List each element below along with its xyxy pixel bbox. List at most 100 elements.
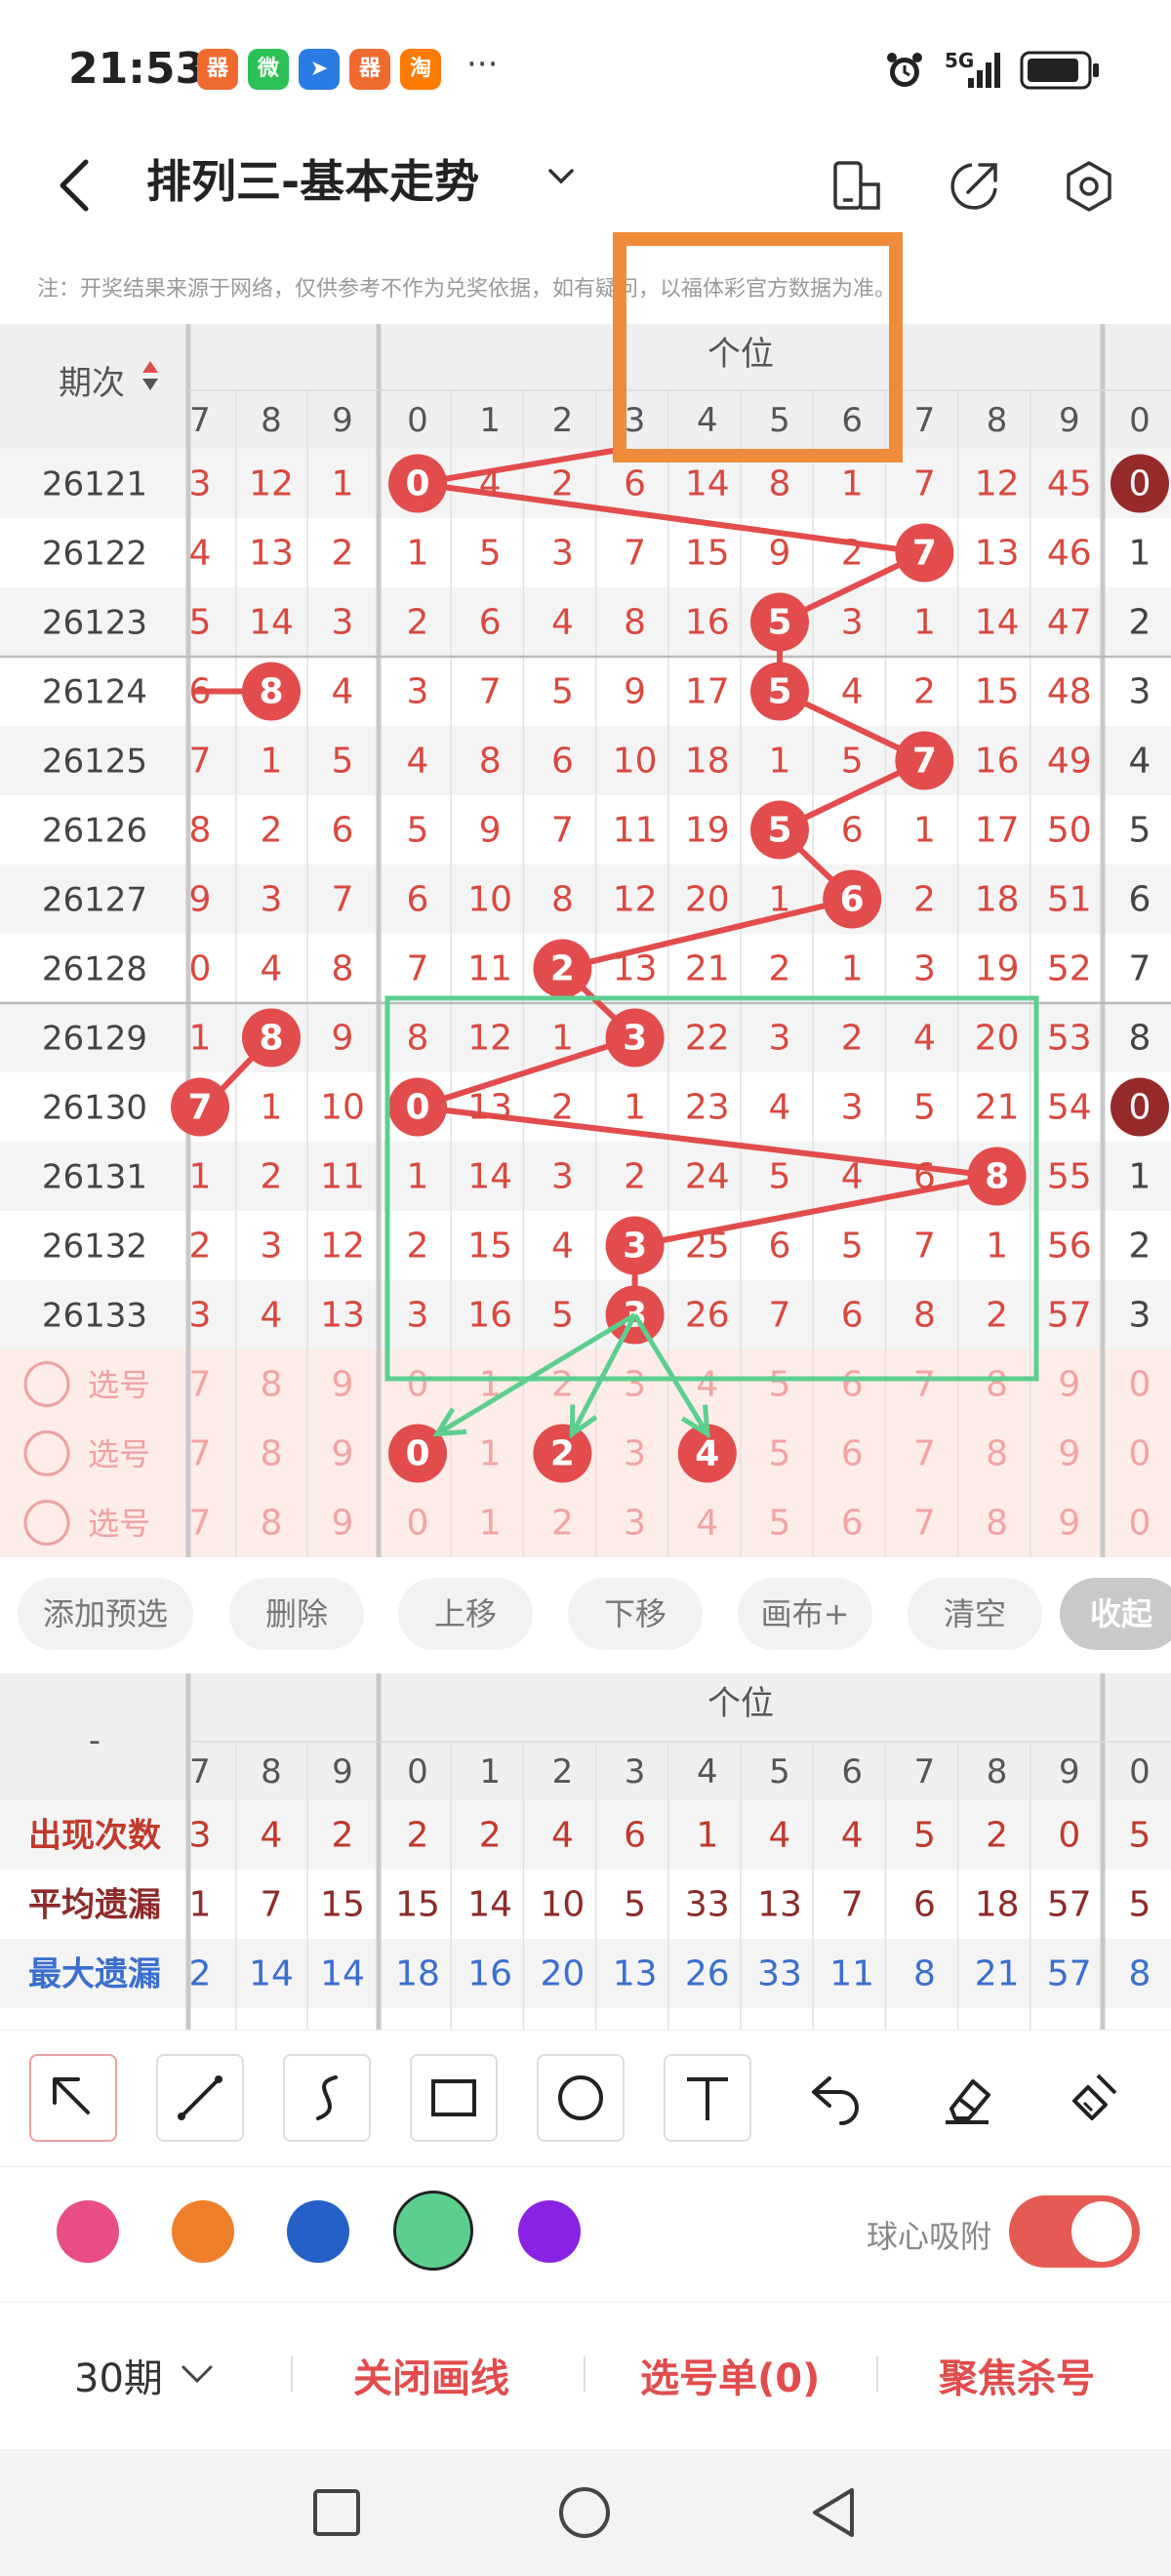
cell-value[interactable]: 5 <box>769 1365 791 1405</box>
cell-value[interactable]: 22 <box>685 1019 730 1059</box>
cell-value[interactable]: 9 <box>1058 1365 1080 1405</box>
cell-value[interactable]: 3 <box>913 949 936 989</box>
cell-value[interactable]: 6 <box>841 1434 864 1474</box>
cell-value[interactable]: 13 <box>613 949 658 989</box>
canvas-add-button[interactable]: 画布+ <box>738 1578 872 1650</box>
select-arrow-tool[interactable] <box>29 2054 117 2142</box>
cell-value[interactable]: 8 <box>407 1019 429 1059</box>
rectangle-tool[interactable] <box>410 2054 498 2142</box>
cell-value[interactable]: 52 <box>1047 949 1092 989</box>
cell-value[interactable]: 49 <box>1047 742 1092 782</box>
cell-value[interactable]: 17 <box>975 811 1020 851</box>
cell-value[interactable]: 57 <box>1047 1296 1092 1336</box>
cell-value[interactable]: 21 <box>685 949 730 989</box>
cell-value[interactable]: 45 <box>1047 464 1092 504</box>
back-arrow-icon[interactable] <box>51 156 100 215</box>
cell-value[interactable]: 50 <box>1047 811 1092 851</box>
cell-value[interactable]: 4 <box>551 603 574 643</box>
settings-icon[interactable] <box>1062 159 1116 214</box>
cell-value[interactable]: 5 <box>551 1296 574 1336</box>
cell-value[interactable]: 19 <box>975 949 1020 989</box>
color-swatch-blue[interactable] <box>287 2200 349 2263</box>
cell-value[interactable]: 4 <box>769 1088 791 1128</box>
cell-value[interactable]: 1 <box>769 742 791 782</box>
color-swatch-orange[interactable] <box>172 2200 234 2263</box>
select-label[interactable]: 选号 <box>88 1436 150 1473</box>
cell-value[interactable]: 0 <box>407 1504 429 1544</box>
cell-value[interactable]: 7 <box>407 949 429 989</box>
circle-tool[interactable] <box>537 2054 625 2142</box>
cell-value[interactable]: 7 <box>912 534 937 574</box>
recent-apps-icon[interactable] <box>310 2486 363 2539</box>
cell-value[interactable]: 13 <box>975 534 1020 574</box>
cell-value[interactable]: 8 <box>769 464 791 504</box>
cell-value[interactable]: 1 <box>551 1019 574 1059</box>
cell-value[interactable]: 2 <box>841 534 864 574</box>
move-up-button[interactable]: 上移 <box>398 1578 533 1650</box>
cell-value[interactable]: 7 <box>913 1365 936 1405</box>
cell-value[interactable]: 5 <box>767 672 791 712</box>
cell-value[interactable]: 14 <box>685 464 730 504</box>
cell-value[interactable]: 9 <box>769 534 791 574</box>
cell-value[interactable]: 5 <box>767 603 791 643</box>
select-label[interactable]: 选号 <box>88 1506 150 1543</box>
cell-value[interactable]: 3 <box>841 603 864 643</box>
cell-value[interactable]: 0 <box>405 1088 429 1128</box>
cell-value[interactable]: 20 <box>685 880 730 920</box>
cell-value[interactable]: 8 <box>479 742 502 782</box>
cell-value[interactable]: 3 <box>551 534 574 574</box>
page-title[interactable]: 排列三-基本走势 <box>146 146 479 211</box>
cell-value[interactable]: 2 <box>551 1365 574 1405</box>
cell-value[interactable]: 1 <box>986 1227 1008 1267</box>
eraser-icon[interactable] <box>932 2064 1000 2132</box>
cell-value[interactable]: 12 <box>613 880 658 920</box>
cell-value[interactable]: 0 <box>407 1365 429 1405</box>
cell-value[interactable]: 15 <box>685 534 730 574</box>
cell-value[interactable]: 2 <box>841 1019 864 1059</box>
delete-button[interactable]: 删除 <box>229 1578 364 1650</box>
cell-value[interactable]: 3 <box>623 1019 647 1059</box>
cell-value[interactable]: 3 <box>624 1365 646 1405</box>
cell-value[interactable]: 47 <box>1047 603 1092 643</box>
cell-value[interactable]: 18 <box>685 742 730 782</box>
color-swatch-purple[interactable] <box>518 2200 581 2263</box>
cell-value[interactable]: 7 <box>479 672 502 712</box>
cell-value[interactable]: 9 <box>624 672 646 712</box>
cell-value[interactable]: 8 <box>913 1296 936 1336</box>
cell-value[interactable]: 16 <box>467 1296 512 1336</box>
cell-value[interactable]: 3 <box>407 672 429 712</box>
cell-value[interactable]: 20 <box>975 1019 1020 1059</box>
cell-value[interactable]: 5 <box>479 534 502 574</box>
line-tool[interactable] <box>156 2054 244 2142</box>
screen-rotate-icon[interactable] <box>829 159 884 214</box>
cell-value[interactable]: 6 <box>407 880 429 920</box>
share-icon[interactable] <box>947 159 1001 214</box>
color-swatch-green-selected[interactable] <box>393 2191 473 2271</box>
cell-value[interactable]: 55 <box>1047 1157 1092 1197</box>
cell-value[interactable]: 8 <box>986 1434 1008 1474</box>
cell-value[interactable]: 1 <box>479 1504 502 1544</box>
cell-value[interactable]: 6 <box>841 1296 864 1336</box>
move-down-button[interactable]: 下移 <box>568 1578 703 1650</box>
focus-kill-button[interactable]: 聚焦杀号 <box>939 2347 1095 2403</box>
cell-value[interactable]: 2 <box>550 949 575 989</box>
close-drawing-button[interactable]: 关闭画线 <box>353 2347 509 2403</box>
cell-value[interactable]: 7 <box>913 1504 936 1544</box>
cell-value[interactable]: 6 <box>913 1157 936 1197</box>
cell-value[interactable]: 5 <box>769 1434 791 1474</box>
cell-value[interactable]: 9 <box>479 811 502 851</box>
cell-value[interactable]: 46 <box>1047 534 1092 574</box>
color-swatch-pink[interactable] <box>57 2200 119 2263</box>
cell-value[interactable]: 2 <box>550 1434 575 1474</box>
clear-button[interactable]: 清空 <box>908 1578 1042 1650</box>
select-label[interactable]: 选号 <box>88 1367 150 1404</box>
cell-value[interactable]: 3 <box>769 1019 791 1059</box>
brush-clear-icon[interactable] <box>1059 2064 1127 2132</box>
cell-value[interactable]: 26 <box>685 1296 730 1336</box>
cell-value[interactable]: 6 <box>624 464 646 504</box>
cell-value[interactable]: 4 <box>695 1434 719 1474</box>
cell-value[interactable]: 1 <box>913 603 936 643</box>
add-preselect-button[interactable]: 添加预选 <box>18 1578 193 1650</box>
cell-value[interactable]: 14 <box>467 1157 512 1197</box>
collapse-button[interactable]: 收起 <box>1060 1578 1171 1650</box>
